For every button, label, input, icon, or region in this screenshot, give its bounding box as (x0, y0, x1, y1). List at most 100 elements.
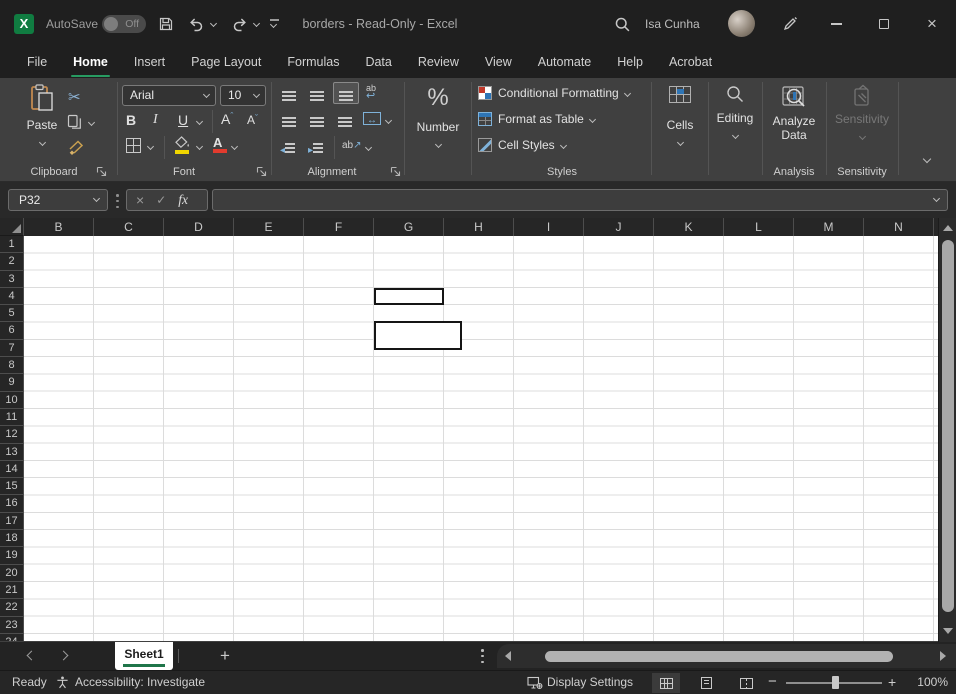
row-header-1[interactable]: 1 (0, 236, 24, 253)
horizontal-scrollbar-thumb[interactable] (545, 651, 893, 662)
column-header-M[interactable]: M (794, 218, 864, 236)
zoom-out-button[interactable]: − (768, 671, 777, 693)
horizontal-scrollbar[interactable] (497, 644, 956, 668)
close-button[interactable]: × (909, 0, 955, 48)
format-painter-button[interactable] (68, 140, 84, 156)
number-format-button[interactable]: % Number (408, 84, 468, 152)
maximize-button[interactable] (861, 0, 907, 48)
tab-page-layout[interactable]: Page Layout (178, 48, 274, 78)
tab-insert[interactable]: Insert (121, 48, 178, 78)
align-right-button[interactable] (338, 114, 352, 132)
row-header-7[interactable]: 7 (0, 340, 24, 357)
underline-chevron-icon[interactable] (196, 118, 203, 125)
select-all-button[interactable] (0, 218, 24, 236)
borders-button[interactable] (126, 138, 141, 158)
tab-review[interactable]: Review (405, 48, 472, 78)
formula-bar-input[interactable] (212, 189, 948, 211)
scroll-up-arrow-icon[interactable] (943, 225, 953, 231)
zoom-slider-thumb[interactable] (832, 676, 839, 689)
merge-chevron-icon[interactable] (385, 117, 392, 124)
top-align-button[interactable] (282, 88, 296, 106)
conditional-formatting-button[interactable]: Conditional Formatting (478, 86, 630, 100)
column-header-K[interactable]: K (654, 218, 724, 236)
tab-view[interactable]: View (472, 48, 525, 78)
alignment-dialog-launcher[interactable] (390, 166, 401, 177)
row-header-17[interactable]: 17 (0, 513, 24, 530)
orientation-button[interactable]: ab↗ (342, 140, 362, 151)
tab-automate[interactable]: Automate (525, 48, 605, 78)
center-button[interactable] (310, 114, 324, 132)
row-header-3[interactable]: 3 (0, 271, 24, 288)
bottom-align-button-selected[interactable] (333, 82, 359, 104)
merge-center-button[interactable]: ↔ (363, 112, 381, 125)
collapse-ribbon-chevron-icon[interactable] (923, 155, 931, 163)
tab-help[interactable]: Help (604, 48, 656, 78)
row-header-23[interactable]: 23 (0, 617, 24, 634)
tab-file[interactable]: File (14, 48, 60, 78)
italic-button[interactable]: I (153, 112, 158, 128)
align-left-button[interactable] (282, 114, 296, 132)
clipboard-dialog-launcher[interactable] (96, 166, 107, 177)
tab-home[interactable]: Home (60, 48, 121, 78)
column-header-I[interactable]: I (514, 218, 584, 236)
middle-align-button[interactable] (310, 88, 324, 106)
row-header-15[interactable]: 15 (0, 478, 24, 495)
next-sheet-arrow-icon[interactable] (59, 651, 69, 661)
prev-sheet-arrow-icon[interactable] (27, 651, 37, 661)
row-header-8[interactable]: 8 (0, 357, 24, 374)
column-header-J[interactable]: J (584, 218, 654, 236)
formula-bar-resize-handle[interactable] (116, 194, 119, 208)
increase-font-size-button[interactable]: Aˆ (221, 111, 233, 127)
cell-styles-button[interactable]: Cell Styles (478, 138, 566, 152)
vertical-scrollbar-thumb[interactable] (942, 240, 954, 612)
copy-chevron-icon[interactable] (88, 119, 95, 126)
avatar[interactable] (728, 10, 755, 37)
spreadsheet-grid[interactable] (24, 236, 938, 641)
add-sheet-button[interactable]: + (215, 643, 235, 669)
name-box[interactable]: P32 (8, 189, 108, 211)
scroll-down-arrow-icon[interactable] (943, 628, 953, 634)
font-name-combo[interactable]: Arial (122, 85, 216, 106)
paste-button[interactable]: Paste (24, 84, 60, 162)
fill-color-chevron-icon[interactable] (196, 143, 203, 150)
row-header-9[interactable]: 9 (0, 374, 24, 391)
underline-button[interactable]: U (178, 112, 188, 128)
insert-function-button[interactable]: fx (178, 192, 188, 208)
column-header-F[interactable]: F (304, 218, 374, 236)
column-header-G[interactable]: G (374, 218, 444, 236)
cells-button[interactable]: Cells (656, 86, 704, 150)
feedback-button[interactable] (782, 16, 798, 32)
zoom-level[interactable]: 100% (904, 671, 948, 694)
column-header-E[interactable]: E (234, 218, 304, 236)
minimize-button[interactable] (813, 0, 859, 48)
increase-indent-button[interactable]: ▸ (308, 140, 323, 158)
display-settings-label[interactable]: Display Settings (547, 671, 633, 694)
expand-formula-bar-chevron-icon[interactable] (933, 195, 940, 202)
sheet-options-dots-icon[interactable] (481, 649, 484, 663)
font-dialog-launcher[interactable] (256, 166, 267, 177)
column-header-B[interactable]: B (24, 218, 94, 236)
accessibility-status[interactable]: Accessibility: Investigate (75, 671, 205, 694)
row-header-19[interactable]: 19 (0, 547, 24, 564)
row-header-16[interactable]: 16 (0, 495, 24, 512)
zoom-in-button[interactable]: + (888, 671, 896, 693)
font-color-chevron-icon[interactable] (231, 143, 238, 150)
borders-chevron-icon[interactable] (147, 143, 154, 150)
analyze-data-button[interactable]: Analyze Data (766, 84, 822, 142)
row-header-13[interactable]: 13 (0, 444, 24, 461)
tab-acrobat[interactable]: Acrobat (656, 48, 725, 78)
row-header-5[interactable]: 5 (0, 305, 24, 322)
normal-view-button[interactable] (652, 673, 680, 693)
row-header-14[interactable]: 14 (0, 461, 24, 478)
column-header-N[interactable]: N (864, 218, 934, 236)
decrease-font-size-button[interactable]: Aˇ (247, 113, 258, 127)
row-header-12[interactable]: 12 (0, 426, 24, 443)
row-header-18[interactable]: 18 (0, 530, 24, 547)
column-header-L[interactable]: L (724, 218, 794, 236)
bold-button[interactable]: B (126, 112, 136, 128)
scroll-left-arrow-icon[interactable] (505, 651, 511, 661)
cancel-button[interactable]: × (136, 192, 144, 208)
column-header-D[interactable]: D (164, 218, 234, 236)
cut-button[interactable]: ✂ (68, 88, 81, 106)
row-header-24[interactable]: 24 (0, 634, 24, 641)
